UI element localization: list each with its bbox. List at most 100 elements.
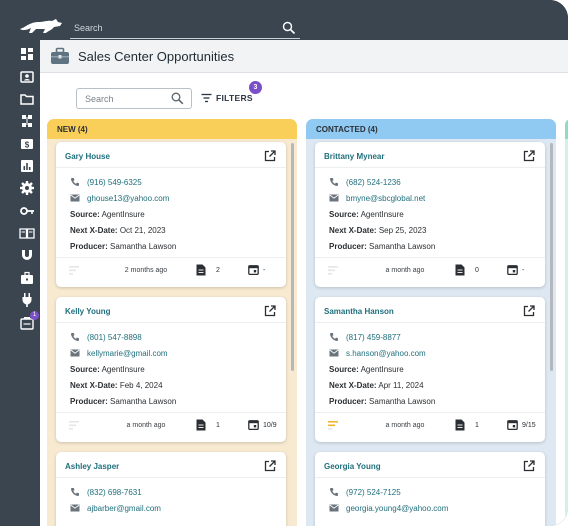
- contact-name[interactable]: Brittany Mynear: [324, 152, 384, 161]
- contact-name[interactable]: Georgia Young: [324, 462, 381, 471]
- org-chart-icon[interactable]: [19, 113, 35, 129]
- next-xdate-field: Next X-Date: Apr 11, 2024: [329, 381, 424, 390]
- settings-icon[interactable]: [19, 180, 35, 196]
- opportunity-card[interactable]: Brittany Mynear (682) 524-1236 bmyne@sbc…: [315, 142, 545, 287]
- producer-field: Producer: Samantha Lawson: [70, 397, 176, 406]
- opportunity-card[interactable]: Gary House (916) 549-6325 ghouse13@yahoo…: [56, 142, 286, 287]
- next-xdate-field: Next X-Date: Oct 21, 2023: [70, 226, 166, 235]
- producer-value: Samantha Lawson: [110, 397, 177, 406]
- email-address: georgia.young4@yahoo.com: [346, 504, 449, 513]
- calendar-icon[interactable]: [507, 419, 518, 430]
- document-icon[interactable]: [455, 264, 465, 276]
- plug-icon[interactable]: [19, 292, 35, 308]
- scrollbar[interactable]: [550, 143, 553, 371]
- open-external-icon[interactable]: [264, 305, 276, 317]
- priority-icon[interactable]: [69, 421, 79, 430]
- column-header-contacted: CONTACTED (4): [306, 119, 556, 139]
- next-xdate-label: Next X-Date:: [329, 381, 377, 390]
- source-value: AgentInsure: [101, 210, 145, 219]
- opportunity-card[interactable]: Georgia Young (972) 524-7125 georgia.you…: [315, 452, 545, 526]
- contact-name[interactable]: Ashley Jasper: [65, 462, 119, 471]
- producer-field: Producer: Samantha Lawson: [70, 242, 176, 251]
- folder-icon[interactable]: [19, 91, 35, 107]
- dashboard-icon[interactable]: [19, 46, 35, 62]
- contacts-icon[interactable]: [19, 69, 35, 85]
- filters-count-badge: 3: [249, 81, 262, 94]
- divider: [56, 322, 286, 323]
- divider: [315, 167, 545, 168]
- search-icon[interactable]: [171, 92, 184, 105]
- card-footer: a month ago 0 -: [315, 257, 545, 283]
- app-window: Search $ 1 Sales Center Opportunities Se…: [0, 0, 568, 526]
- last-activity: a month ago: [126, 422, 166, 429]
- calendar-icon[interactable]: [248, 419, 259, 430]
- calendar-value: -: [522, 267, 525, 274]
- source-value: AgentInsure: [360, 210, 404, 219]
- opportunity-card[interactable]: Samantha Hanson (817) 459-8877 s.hanson@…: [315, 297, 545, 442]
- billing-icon[interactable]: $: [19, 136, 35, 152]
- contact-name[interactable]: Kelly Young: [65, 307, 111, 316]
- email-icon: [70, 194, 80, 202]
- producer-value: Samantha Lawson: [110, 242, 177, 251]
- document-icon[interactable]: [455, 419, 465, 431]
- document-icon[interactable]: [196, 264, 206, 276]
- priority-icon[interactable]: [328, 266, 338, 275]
- key-icon[interactable]: [19, 203, 35, 219]
- next-xdate-value: Feb 4, 2024: [119, 381, 163, 390]
- reports-icon[interactable]: [19, 158, 35, 174]
- last-activity: a month ago: [385, 422, 425, 429]
- opportunity-card[interactable]: Ashley Jasper (832) 698-7631 ajbarber@gm…: [56, 452, 286, 526]
- document-count: 1: [216, 422, 220, 429]
- global-search-placeholder: Search: [74, 23, 103, 33]
- priority-icon[interactable]: [328, 421, 338, 430]
- main-content: Sales Center Opportunities Search FILTER…: [40, 40, 568, 526]
- phone-icon: [330, 333, 338, 341]
- contact-name[interactable]: Gary House: [65, 152, 110, 161]
- filters-label: FILTERS: [216, 93, 253, 103]
- calendar-value: -: [263, 267, 266, 274]
- filter-icon: [201, 93, 212, 103]
- magnet-icon[interactable]: [19, 247, 35, 263]
- briefcase-icon[interactable]: [19, 270, 35, 286]
- producer-label: Producer:: [329, 242, 367, 251]
- card-footer: 2 months ago 2 -: [56, 257, 286, 283]
- calendar-icon[interactable]: [248, 264, 259, 275]
- email-address: ghouse13@yahoo.com: [87, 194, 170, 203]
- divider: [56, 167, 286, 168]
- next-xdate-field: Next X-Date: Sep 25, 2023: [329, 226, 426, 235]
- global-search-input[interactable]: Search: [70, 21, 300, 39]
- sidebar: $ 1: [0, 40, 40, 526]
- search-icon[interactable]: [282, 21, 296, 35]
- priority-icon[interactable]: [69, 266, 79, 275]
- open-external-icon[interactable]: [523, 305, 535, 317]
- calendar-icon[interactable]: [507, 264, 518, 275]
- phone-number: (801) 547-8898: [87, 333, 142, 342]
- svg-text:$: $: [25, 141, 30, 150]
- email-icon: [329, 349, 339, 357]
- card-footer: a month ago 1 9/15: [315, 412, 545, 438]
- phone-icon: [71, 178, 79, 186]
- calendar-value: 9/15: [522, 422, 536, 429]
- scrollbar[interactable]: [291, 143, 294, 371]
- phone-number: (916) 549-6325: [87, 178, 142, 187]
- phone-number: (682) 524-1236: [346, 178, 401, 187]
- board-search-input[interactable]: Search: [76, 88, 192, 109]
- contact-name[interactable]: Samantha Hanson: [324, 307, 394, 316]
- source-label: Source:: [329, 365, 359, 374]
- divider: [315, 322, 545, 323]
- phone-icon: [71, 333, 79, 341]
- open-external-icon[interactable]: [523, 460, 535, 472]
- source-label: Source:: [70, 365, 100, 374]
- phone-icon: [71, 488, 79, 496]
- producer-label: Producer:: [70, 397, 108, 406]
- document-icon[interactable]: [196, 419, 206, 431]
- open-external-icon[interactable]: [523, 150, 535, 162]
- divider: [315, 477, 545, 478]
- document-count: 0: [475, 267, 479, 274]
- open-external-icon[interactable]: [264, 150, 276, 162]
- producer-field: Producer: Samantha Lawson: [329, 242, 435, 251]
- book-icon[interactable]: [19, 225, 35, 241]
- page-header: Sales Center Opportunities: [40, 40, 568, 73]
- open-external-icon[interactable]: [264, 460, 276, 472]
- opportunity-card[interactable]: Kelly Young (801) 547-8898 kellymarie@gm…: [56, 297, 286, 442]
